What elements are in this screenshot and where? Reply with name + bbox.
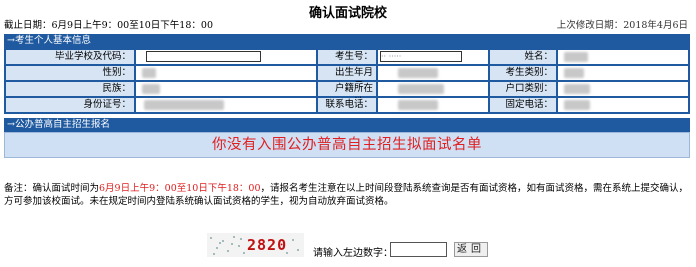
redacted-mark <box>564 84 590 94</box>
redacted-mark <box>564 52 588 62</box>
notice-text: 你没有入围公办普高自主招生拟面试名单 <box>212 137 482 153</box>
category-label: 考生类别： <box>490 66 556 80</box>
admission-header: →公办普高自主招生报名 <box>4 118 690 132</box>
redacted-mark <box>398 84 444 94</box>
hukou-label: 户口类别： <box>490 82 556 96</box>
school-label: 毕业学校及代码： <box>6 50 134 64</box>
landline-value <box>558 98 688 112</box>
hukou-place-label: 户籍所在地： <box>318 82 376 108</box>
captcha-image: 2820 <box>207 233 304 257</box>
ethnicity-value <box>136 82 316 96</box>
notice-panel: 你没有入围公办普高自主招生拟面试名单 <box>4 132 690 158</box>
birth-value <box>378 66 488 80</box>
exam-no-value: ·· ····· <box>378 50 488 64</box>
basic-info-table: 毕业学校及代码： 考生号： ·· ····· 姓名： 性别： 出生年月日： 考生… <box>4 48 690 114</box>
exam-no-box: ·· ····· <box>380 51 462 62</box>
landline-label: 固定电话： <box>490 98 556 112</box>
captcha-input[interactable] <box>390 242 447 257</box>
gender-value <box>136 66 316 80</box>
hukou-value <box>558 82 688 96</box>
ethnicity-label: 民族： <box>6 82 134 96</box>
redacted-mark <box>398 68 438 78</box>
phone-label: 联系电话： <box>318 98 376 112</box>
school-box <box>146 51 261 62</box>
phone-value <box>378 98 488 112</box>
captcha-digits: 2820 <box>247 236 288 254</box>
name-value <box>558 50 688 64</box>
birth-label: 出生年月日： <box>318 66 376 92</box>
gender-label: 性别： <box>6 66 134 80</box>
captcha-prompt: 请输入左边数字： <box>313 248 393 259</box>
hukou-place-value <box>378 82 488 96</box>
redacted-mark <box>142 68 156 78</box>
remark-text: 备注：确认面试时间为6月9日上午9：00至10日下午18：00，请报名考生注意在… <box>4 182 690 208</box>
deadline-text: 截止日期：6月9日上午9：00至10日下午18：00 <box>4 20 213 31</box>
last-modified-text: 上次修改日期：2018年4月6日 <box>556 20 688 31</box>
school-value <box>136 50 316 64</box>
category-value <box>558 66 688 80</box>
id-value <box>136 98 316 112</box>
basic-info-header: →考生个人基本信息 <box>4 34 690 48</box>
remark-prefix: 备注：确认面试时间为 <box>4 183 100 194</box>
redacted-mark <box>142 84 160 94</box>
remark-time: 6月9日上午9：00至10日下午18：00 <box>99 183 261 194</box>
back-button[interactable]: 返回 <box>454 242 488 257</box>
name-label: 姓名： <box>490 50 556 64</box>
redacted-mark <box>564 68 584 78</box>
redacted-mark <box>564 100 590 110</box>
redacted-mark <box>144 100 224 110</box>
id-label: 身份证号： <box>6 98 134 112</box>
redacted-mark <box>398 100 438 110</box>
exam-no-label: 考生号： <box>318 50 376 64</box>
